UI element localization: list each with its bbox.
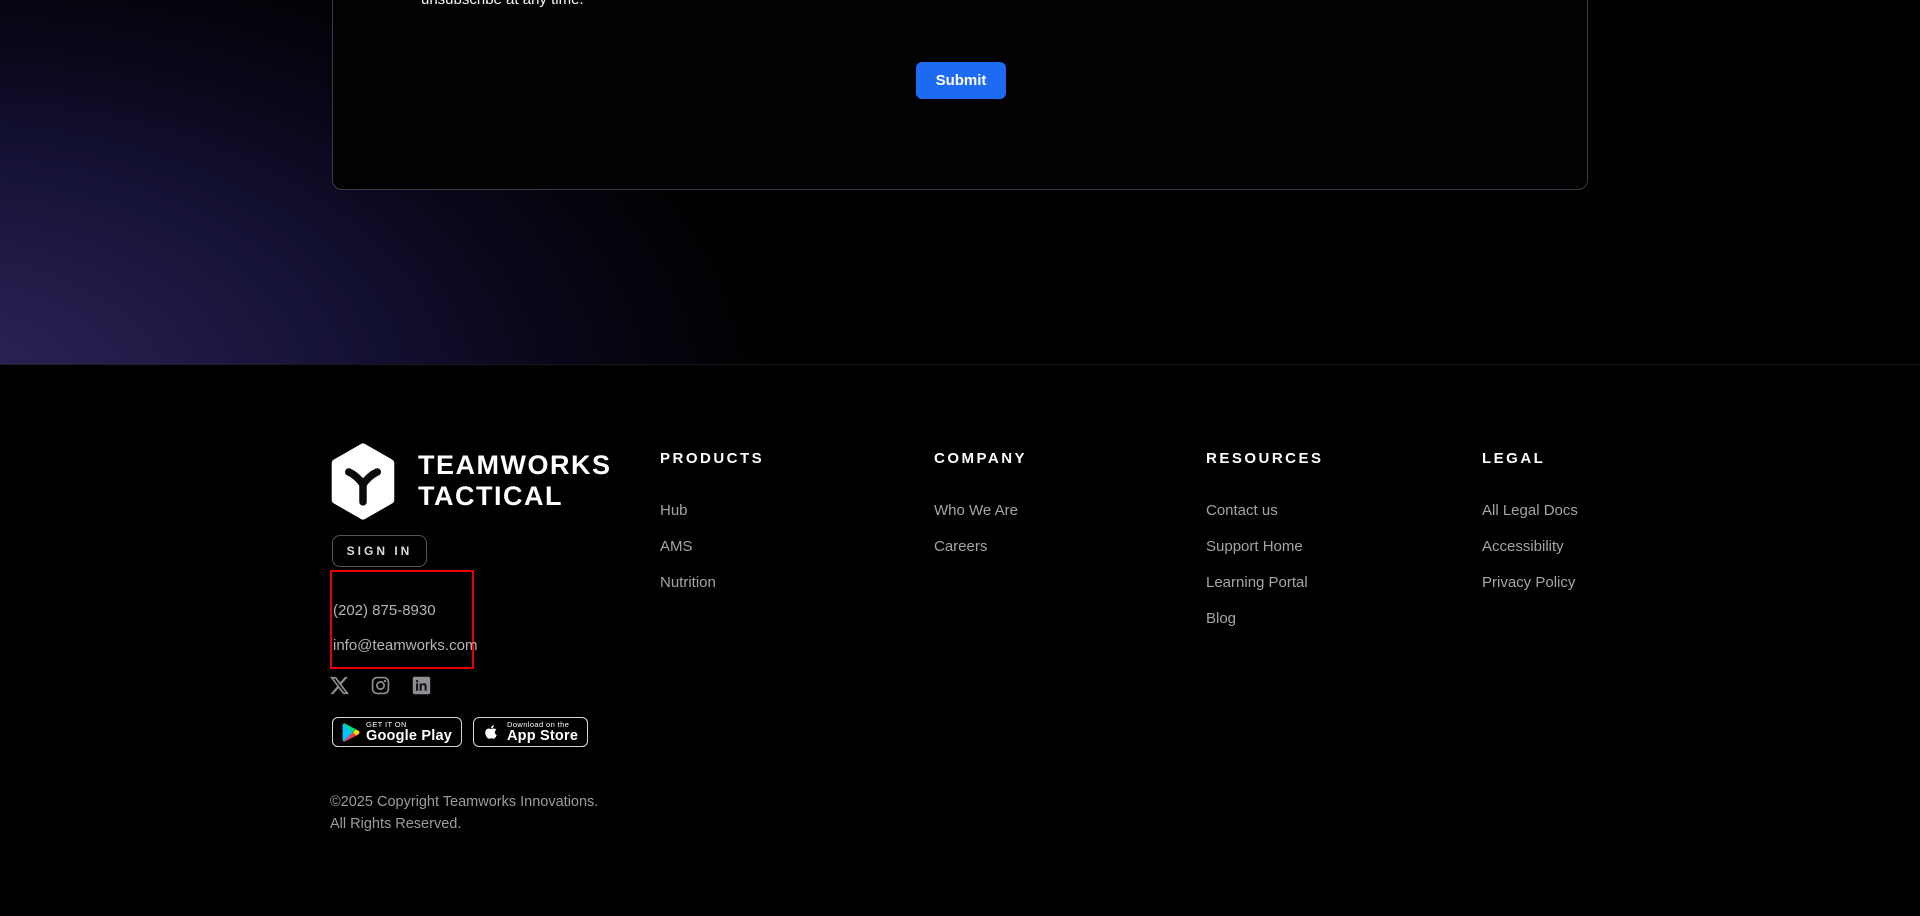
column-title-legal: LEGAL xyxy=(1482,450,1546,467)
newsletter-section: unsubscribe at any time. Submit xyxy=(0,0,1920,365)
footer-link-accessibility[interactable]: Accessibility xyxy=(1482,539,1578,554)
site-footer: TEAMWORKS TACTICAL SIGN IN (202) 875-893… xyxy=(0,365,1920,916)
copyright-text: ©2025 Copyright Teamworks Innovations. A… xyxy=(330,794,599,832)
google-play-label: Google Play xyxy=(366,727,452,744)
phone-link[interactable]: (202) 875-8930 xyxy=(333,603,436,618)
google-play-icon xyxy=(341,722,360,743)
footer-column-company: COMPANY Who We Are Careers xyxy=(934,451,1027,575)
footer-link-who-we-are[interactable]: Who We Are xyxy=(934,503,1027,518)
google-play-badge[interactable]: GET IT ON Google Play xyxy=(332,717,462,747)
footer-link-ams[interactable]: AMS xyxy=(660,539,764,554)
unsubscribe-disclaimer-text: unsubscribe at any time. xyxy=(421,0,584,7)
footer-link-hub[interactable]: Hub xyxy=(660,503,764,518)
footer-link-contact-us[interactable]: Contact us xyxy=(1206,503,1324,518)
submit-button[interactable]: Submit xyxy=(916,62,1006,99)
x-twitter-icon[interactable] xyxy=(330,676,349,695)
footer-link-blog[interactable]: Blog xyxy=(1206,611,1324,626)
footer-link-nutrition[interactable]: Nutrition xyxy=(660,575,764,590)
footer-column-legal: LEGAL All Legal Docs Accessibility Priva… xyxy=(1482,451,1578,611)
app-store-label: App Store xyxy=(507,727,579,744)
instagram-icon[interactable] xyxy=(371,676,390,695)
brand-name: TEAMWORKS TACTICAL xyxy=(418,450,612,511)
footer-link-all-legal-docs[interactable]: All Legal Docs xyxy=(1482,503,1578,518)
footer-link-support-home[interactable]: Support Home xyxy=(1206,539,1324,554)
brand-logo[interactable]: TEAMWORKS TACTICAL xyxy=(329,443,610,525)
apple-icon xyxy=(482,722,501,743)
app-store-badges: GET IT ON Google Play Download on the Ap… xyxy=(332,717,589,747)
social-links xyxy=(330,676,431,695)
column-title-company: COMPANY xyxy=(934,450,1028,467)
sign-in-button[interactable]: SIGN IN xyxy=(332,535,427,567)
footer-link-privacy-policy[interactable]: Privacy Policy xyxy=(1482,575,1578,590)
footer-column-products: PRODUCTS Hub AMS Nutrition xyxy=(660,451,764,611)
hexagon-logo-icon xyxy=(329,443,397,525)
column-title-products: PRODUCTS xyxy=(660,450,765,467)
column-title-resources: RESOURCES xyxy=(1206,450,1324,467)
page: unsubscribe at any time. Submit TEAMWORK… xyxy=(0,0,1920,916)
newsletter-card: unsubscribe at any time. Submit xyxy=(332,0,1588,190)
footer-link-learning-portal[interactable]: Learning Portal xyxy=(1206,575,1324,590)
annotation-highlight-box xyxy=(330,570,474,669)
app-store-badge[interactable]: Download on the App Store xyxy=(473,717,589,747)
footer-column-resources: RESOURCES Contact us Support Home Learni… xyxy=(1206,451,1324,647)
footer-link-careers[interactable]: Careers xyxy=(934,539,1027,554)
email-link[interactable]: info@teamworks.com xyxy=(333,638,477,653)
linkedin-icon[interactable] xyxy=(412,676,431,695)
